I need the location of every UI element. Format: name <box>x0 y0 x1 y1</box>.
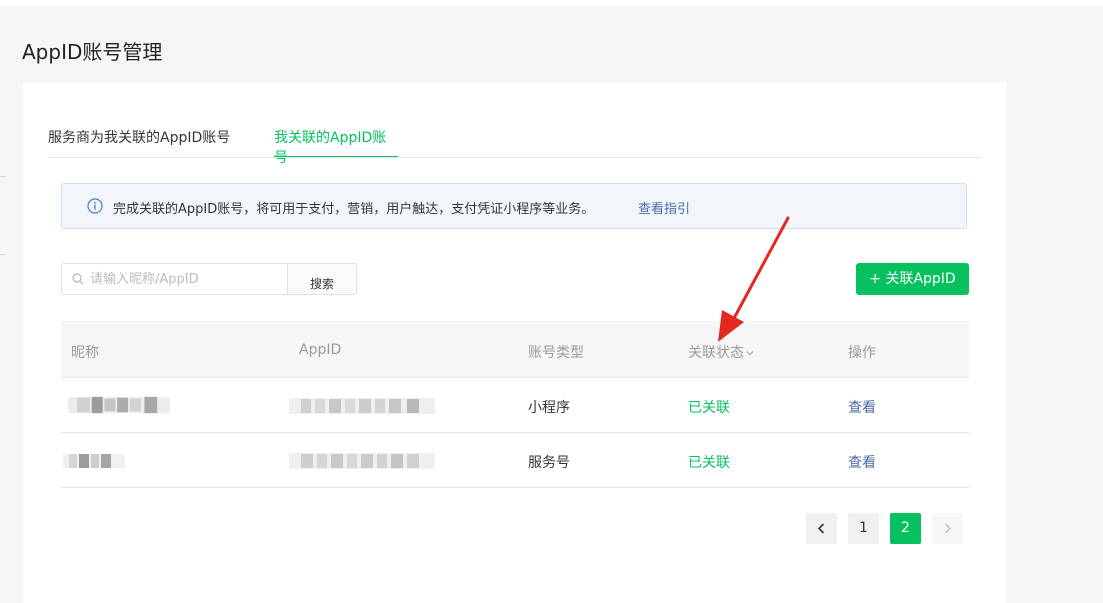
main-card: 服务商为我关联的AppID账号 我关联的AppID账号 完成关联的AppID账号… <box>23 83 1006 603</box>
redacted-nickname <box>68 396 170 414</box>
search-input[interactable] <box>90 264 280 294</box>
view-link[interactable]: 查看 <box>848 452 876 472</box>
tab-divider <box>48 157 982 158</box>
appid-table: 昵称 AppID 账号类型 关联状态 操作 小程序 已关联 查看 服务号 已关联… <box>61 321 969 488</box>
header-nickname: 昵称 <box>71 345 99 361</box>
info-icon <box>87 198 103 214</box>
cell-status: 已关联 <box>688 455 730 471</box>
prev-page-button[interactable] <box>806 513 837 544</box>
tab-my-linked[interactable]: 我关联的AppID账号 <box>274 127 398 166</box>
page-title: AppID账号管理 <box>22 40 163 64</box>
header-account-type: 账号类型 <box>528 345 584 361</box>
chevron-down-icon <box>746 351 754 356</box>
redacted-nickname <box>63 454 125 468</box>
header-appid: AppID <box>299 342 342 358</box>
top-strip <box>0 0 1103 6</box>
page-button-1[interactable]: 1 <box>848 513 879 544</box>
notice-text: 完成关联的AppID账号，将可用于支付，营销，用户触达，支付凭证小程序等业务。 <box>113 202 595 217</box>
view-guide-link[interactable]: 查看指引 <box>638 198 690 217</box>
info-notice: 完成关联的AppID账号，将可用于支付，营销，用户触达，支付凭证小程序等业务。 … <box>61 183 967 229</box>
search-icon <box>72 273 84 285</box>
search-button[interactable]: 搜索 <box>287 263 357 295</box>
table-row: 小程序 已关联 查看 <box>61 378 969 433</box>
redacted-appid <box>289 453 435 469</box>
header-action: 操作 <box>848 345 876 361</box>
header-status-label: 关联状态 <box>688 345 744 361</box>
table-row: 服务号 已关联 查看 <box>61 433 969 488</box>
table-header: 昵称 AppID 账号类型 关联状态 操作 <box>61 321 969 378</box>
cell-status: 已关联 <box>688 400 730 416</box>
view-link[interactable]: 查看 <box>848 397 876 417</box>
page-button-2-current[interactable]: 2 <box>890 513 921 544</box>
cell-account-type: 小程序 <box>528 400 570 416</box>
cell-account-type: 服务号 <box>528 455 570 471</box>
chevron-left-icon <box>817 523 825 534</box>
search-box <box>61 263 288 295</box>
next-page-button[interactable] <box>932 513 963 544</box>
chevron-right-icon <box>944 523 952 534</box>
tab-provider-linked[interactable]: 服务商为我关联的AppID账号 <box>48 127 230 158</box>
tab-bar: 服务商为我关联的AppID账号 我关联的AppID账号 <box>23 83 1006 166</box>
side-divider <box>0 176 6 177</box>
add-appid-button[interactable]: + 关联AppID <box>856 263 969 295</box>
redacted-appid <box>289 398 435 414</box>
header-status[interactable]: 关联状态 <box>688 342 754 362</box>
side-divider <box>0 254 6 255</box>
